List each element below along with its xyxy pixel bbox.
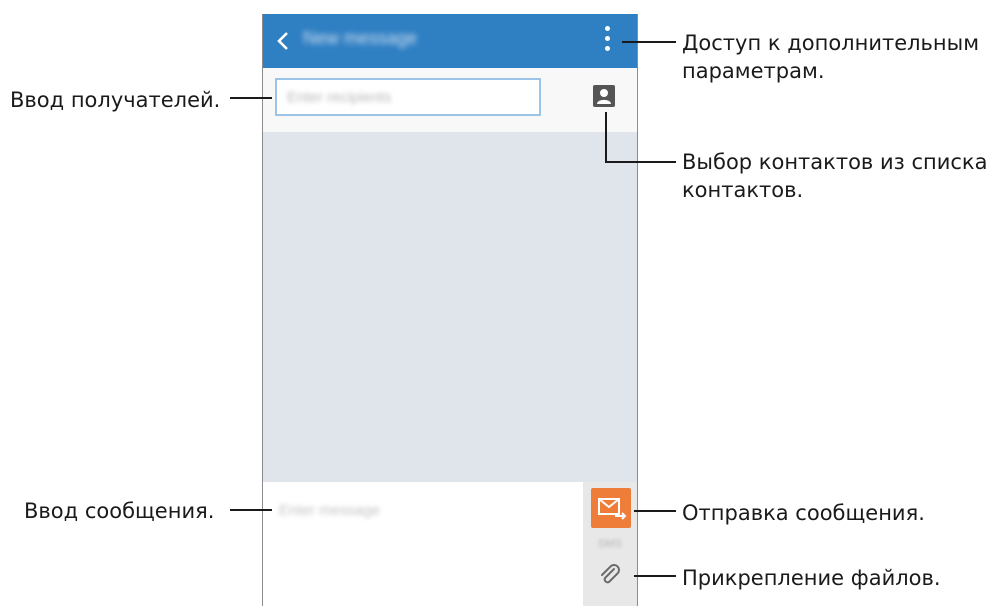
compose-actions: SMS <box>583 482 637 606</box>
message-placeholder: Enter message <box>279 502 380 519</box>
app-bar: New message <box>263 14 637 68</box>
contact-icon[interactable] <box>593 85 615 107</box>
message-input[interactable]: Enter message <box>263 482 583 606</box>
paperclip-icon[interactable] <box>597 562 623 588</box>
send-button[interactable] <box>591 488 631 528</box>
leader-attach <box>634 575 676 577</box>
leader-recipients <box>230 97 272 99</box>
compose-bar: Enter message SMS <box>263 482 637 606</box>
screen-title: New message <box>303 28 418 48</box>
leader-more-options <box>622 41 676 43</box>
callout-attach: Прикрепление файлов. <box>682 566 941 590</box>
callout-send: Отправка сообщения. <box>682 501 925 525</box>
callout-message-input: Ввод сообщения. <box>24 499 215 523</box>
phone-screen: New message Enter recipients Enter messa… <box>262 14 638 606</box>
callout-contacts-line2: контактов. <box>682 178 804 202</box>
leader-contacts-vertical <box>605 112 607 162</box>
recipient-bar: Enter recipients <box>263 68 637 132</box>
callout-more-options-line2: параметрам. <box>682 59 825 83</box>
recipients-placeholder: Enter recipients <box>287 89 392 106</box>
callout-contacts: Выбор контактов из списка контактов. <box>682 148 987 204</box>
send-icon <box>598 498 627 520</box>
leader-contacts <box>605 161 676 163</box>
send-type-label: SMS <box>598 538 622 550</box>
callout-more-options-line1: Доступ к дополнительным <box>682 31 980 55</box>
leader-send <box>634 510 676 512</box>
leader-message-input <box>230 509 272 511</box>
recipients-input[interactable]: Enter recipients <box>275 78 541 116</box>
callout-recipients: Ввод получателей. <box>10 88 221 112</box>
callout-contacts-line1: Выбор контактов из списка <box>682 150 988 174</box>
callout-more-options: Доступ к дополнительным параметрам. <box>682 29 979 85</box>
chevron-left-icon[interactable] <box>277 31 289 51</box>
more-vert-icon[interactable] <box>605 26 611 56</box>
message-thread-area <box>263 132 637 482</box>
